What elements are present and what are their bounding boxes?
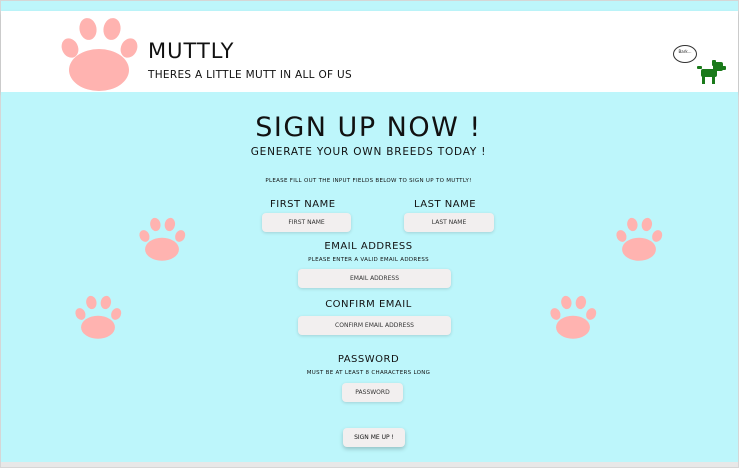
last-name-label: LAST NAME <box>414 199 477 210</box>
email-hint: PLEASE ENTER A VALID EMAIL ADDRESS <box>308 257 429 263</box>
confirm-email-input[interactable] <box>298 316 451 335</box>
password-hint: MUST BE AT LEAST 8 CHARACTERS LONG <box>306 370 431 376</box>
mascot-speech: Bark... <box>678 49 692 54</box>
top-strip <box>1 1 738 11</box>
dog-mascot-icon <box>697 60 726 84</box>
email-label: EMAIL ADDRESS <box>324 241 413 252</box>
password-input[interactable] <box>342 383 403 402</box>
paw-logo-icon[interactable] <box>59 15 139 91</box>
paw-print-icon <box>616 217 663 261</box>
first-name-input[interactable] <box>262 213 351 232</box>
bottom-strip <box>1 462 738 467</box>
brand-tagline: THERES A LITTLE MUTT IN ALL OF US <box>148 69 352 81</box>
first-name-label: FIRST NAME <box>270 199 336 210</box>
site-header: MUTTLY THERES A LITTLE MUTT IN ALL OF US… <box>1 11 738 92</box>
sign-up-button[interactable]: SIGN ME UP ! <box>343 428 405 447</box>
speech-bubble-icon: Bark... <box>673 45 697 63</box>
last-name-input[interactable] <box>404 213 494 232</box>
dog-mascot: Bark... <box>673 45 729 93</box>
paw-print-icon <box>139 217 186 261</box>
password-label: PASSWORD <box>337 354 400 365</box>
confirm-email-label: CONFIRM EMAIL <box>325 299 412 310</box>
email-input[interactable] <box>298 269 451 288</box>
brand-name[interactable]: MUTTLY <box>148 39 235 63</box>
signup-heading: SIGN UP NOW ! <box>255 112 482 143</box>
signup-subheading: GENERATE YOUR OWN BREEDS TODAY ! <box>250 146 487 158</box>
signup-instructions: PLEASE FILL OUT THE INPUT FIELDS BELOW T… <box>265 178 472 184</box>
